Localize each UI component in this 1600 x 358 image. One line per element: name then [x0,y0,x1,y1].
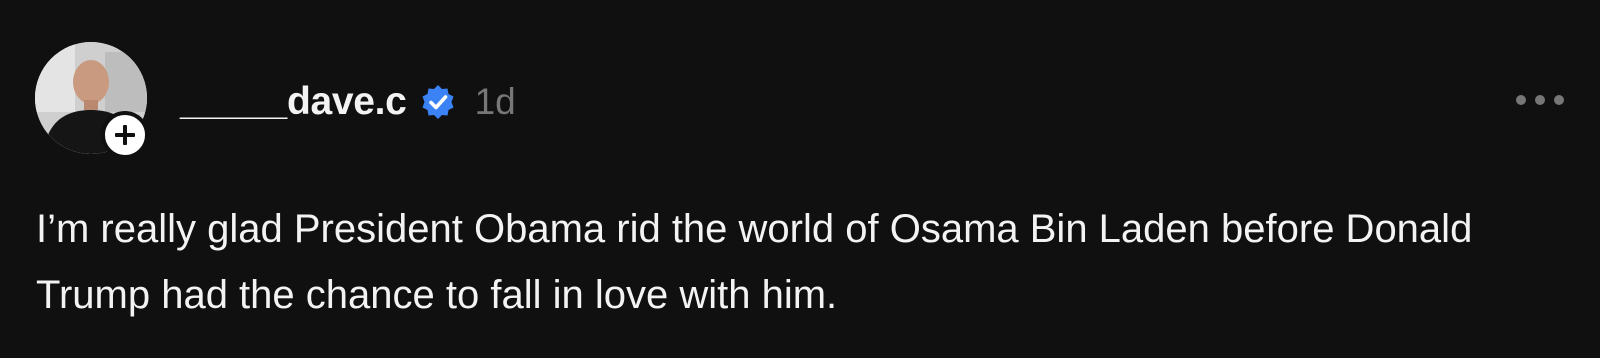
author-avatar-container [35,42,149,159]
post-header: _____dave.c 1d [180,74,516,130]
verified-badge-icon [419,83,457,121]
more-dot [1516,95,1526,105]
post-text: I’m really glad President Obama rid the … [36,207,1473,317]
more-dot [1535,95,1545,105]
follow-button[interactable] [101,111,149,159]
more-dot [1554,95,1564,105]
plus-icon [115,125,135,145]
more-options-icon[interactable] [1516,90,1586,110]
post-timestamp: 1d [474,81,516,122]
thread-post: _____dave.c 1d I’m really glad President… [0,0,1600,358]
author-username[interactable]: _____dave.c [180,80,407,124]
